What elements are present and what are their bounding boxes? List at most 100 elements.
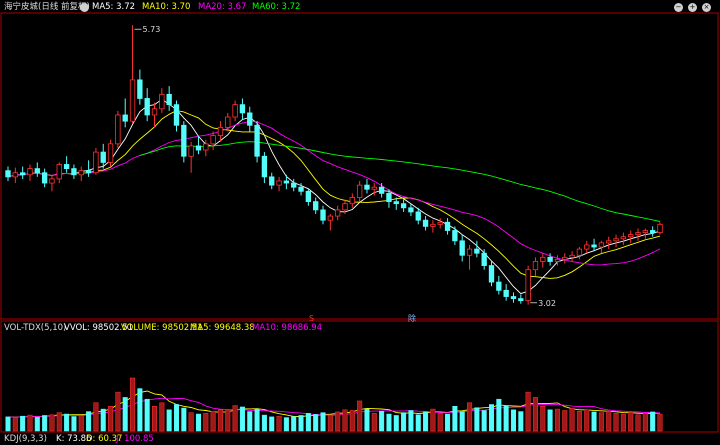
candle[interactable]: [452, 230, 458, 242]
candle[interactable]: [107, 143, 114, 163]
volume-bar[interactable]: [203, 413, 209, 432]
candle[interactable]: [12, 172, 18, 178]
candle[interactable]: [378, 186, 385, 194]
candle[interactable]: [422, 219, 429, 227]
candle[interactable]: [166, 93, 172, 106]
candle[interactable]: [291, 182, 297, 188]
candle[interactable]: [503, 289, 509, 297]
volume-bar[interactable]: [71, 416, 77, 432]
volume-bar[interactable]: [628, 412, 634, 432]
candle[interactable]: [408, 207, 414, 213]
candle[interactable]: [320, 209, 326, 221]
candle[interactable]: [63, 164, 70, 170]
volume-bar[interactable]: [371, 413, 377, 432]
volume-bar[interactable]: [415, 414, 421, 432]
volume-bar[interactable]: [34, 416, 40, 432]
candle[interactable]: [261, 155, 268, 178]
volume-bar[interactable]: [642, 413, 648, 432]
candle[interactable]: [298, 186, 304, 192]
volume-bar[interactable]: [525, 391, 531, 432]
candle[interactable]: [269, 176, 275, 186]
volume-bar[interactable]: [488, 404, 495, 432]
event-marker-s[interactable]: S: [309, 314, 314, 323]
candle[interactable]: [181, 124, 187, 157]
candle[interactable]: [650, 230, 656, 233]
volume-bar[interactable]: [518, 411, 524, 432]
volume-bar[interactable]: [56, 412, 62, 432]
candle[interactable]: [657, 223, 663, 233]
candle[interactable]: [210, 135, 216, 145]
volume-bar[interactable]: [130, 377, 136, 432]
volume-bar[interactable]: [173, 404, 180, 432]
volume-bar[interactable]: [445, 413, 451, 432]
volume-bar[interactable]: [408, 410, 414, 432]
volume-bar[interactable]: [151, 406, 158, 432]
volume-bar[interactable]: [437, 413, 443, 432]
volume-bar[interactable]: [108, 406, 114, 432]
volume-bar[interactable]: [430, 408, 436, 432]
candle[interactable]: [151, 108, 158, 116]
volume-bar[interactable]: [547, 409, 553, 432]
volume-bar[interactable]: [606, 410, 612, 432]
candle[interactable]: [342, 203, 348, 211]
candle[interactable]: [159, 93, 165, 110]
volume-bar[interactable]: [254, 408, 260, 432]
volume-bar[interactable]: [64, 413, 70, 432]
volume-bar[interactable]: [188, 412, 194, 432]
candle[interactable]: [584, 244, 590, 250]
volume-bar[interactable]: [401, 412, 407, 432]
volume-bar[interactable]: [320, 412, 326, 432]
candle[interactable]: [56, 164, 62, 180]
volume-bar[interactable]: [93, 402, 99, 432]
volume-bar[interactable]: [86, 411, 92, 432]
volume-bar[interactable]: [12, 417, 18, 432]
candle[interactable]: [137, 79, 143, 99]
volume-bar[interactable]: [217, 409, 223, 432]
candle[interactable]: [19, 172, 26, 176]
candle[interactable]: [203, 143, 209, 151]
candle[interactable]: [532, 261, 539, 271]
candle[interactable]: [239, 104, 246, 114]
volume-bar[interactable]: [305, 413, 311, 432]
volume-bar[interactable]: [379, 410, 385, 432]
volume-bar[interactable]: [276, 415, 282, 432]
close-icon[interactable]: ×: [702, 3, 711, 12]
volume-bar[interactable]: [159, 402, 165, 432]
volume-bar[interactable]: [247, 411, 253, 432]
volume-bar[interactable]: [210, 410, 216, 432]
volume-bar[interactable]: [503, 406, 509, 432]
candle[interactable]: [415, 211, 421, 221]
candle[interactable]: [547, 256, 553, 262]
candle[interactable]: [393, 201, 399, 205]
volume-bar[interactable]: [467, 402, 473, 432]
volume-bar[interactable]: [342, 409, 348, 432]
volume-bar[interactable]: [532, 397, 538, 432]
candle[interactable]: [386, 192, 392, 203]
volume-bar[interactable]: [335, 411, 341, 432]
volume-bar[interactable]: [166, 409, 172, 432]
candle[interactable]: [85, 170, 92, 174]
candle[interactable]: [437, 221, 443, 225]
volume-bar[interactable]: [298, 415, 304, 432]
zoom-out-icon[interactable]: −: [674, 3, 683, 12]
volume-bar[interactable]: [474, 407, 480, 432]
candle[interactable]: [459, 240, 465, 256]
candle[interactable]: [356, 184, 363, 198]
candle[interactable]: [554, 258, 561, 262]
volume-bar[interactable]: [291, 416, 297, 432]
volume-bar[interactable]: [78, 415, 84, 432]
candle[interactable]: [510, 296, 517, 299]
candle[interactable]: [606, 240, 612, 244]
volume-bar[interactable]: [635, 414, 641, 432]
candle[interactable]: [496, 281, 502, 291]
volume-bar[interactable]: [584, 409, 590, 432]
volume-bar[interactable]: [364, 408, 370, 432]
candle[interactable]: [305, 190, 312, 203]
candle[interactable]: [371, 186, 377, 190]
volume-bar[interactable]: [225, 410, 231, 432]
candle[interactable]: [518, 298, 524, 302]
volume-bar[interactable]: [115, 391, 121, 432]
candle[interactable]: [188, 145, 194, 157]
candle[interactable]: [247, 112, 253, 126]
volume-bar[interactable]: [510, 409, 517, 432]
